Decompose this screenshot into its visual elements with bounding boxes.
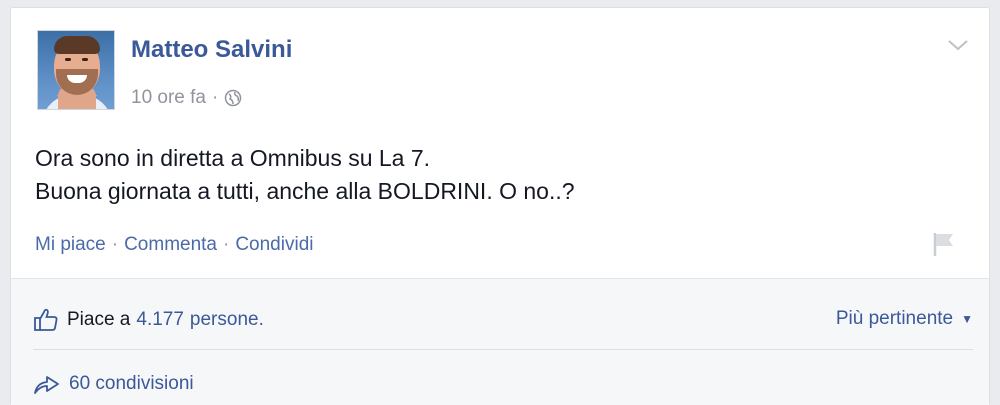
likes-prefix: Piace a [67,309,131,330]
shares-summary[interactable]: 60 condivisioni [33,369,194,399]
share-link[interactable]: Condividi [235,234,313,256]
comment-link[interactable]: Commenta [124,234,217,256]
chevron-down-icon[interactable] [947,38,969,52]
footer-divider [33,349,973,350]
post-text-line: Buona giornata a tutti, anche alla BOLDR… [35,178,575,204]
author-name[interactable]: Matteo Salvini [131,36,292,64]
thumbs-up-icon[interactable] [33,308,59,332]
caret-down-icon: ▼ [961,312,973,326]
profile-photo[interactable] [37,30,115,110]
post-actions: Mi piace · Commenta · Condividi [35,233,313,257]
sort-label: Più pertinente [835,308,954,329]
post-meta: 10 ore fa · [131,86,242,110]
post-text: Ora sono in diretta a Omnibus su La 7. B… [35,142,955,208]
post-footer: Piace a 4.177 persone. Più pertinente ▼ … [11,278,989,405]
post-timestamp[interactable]: 10 ore fa [131,87,206,109]
share-arrow-icon [34,376,59,394]
action-separator: · [223,234,230,255]
action-separator: · [111,234,119,255]
globe-icon[interactable] [224,89,242,107]
shares-count[interactable]: 60 condivisioni [69,373,194,395]
flag-icon[interactable] [931,230,957,258]
likes-count[interactable]: 4.177 [136,309,184,331]
like-link[interactable]: Mi piace [35,234,106,256]
likes-suffix[interactable]: persone. [190,309,264,331]
meta-separator: · [212,87,219,108]
post-text-line: Ora sono in diretta a Omnibus su La 7. [35,145,431,171]
likes-summary: Piace a 4.177 persone. Più pertinente ▼ [33,305,973,335]
comment-sort-dropdown[interactable]: Più pertinente ▼ [836,308,973,330]
post-card: Matteo Salvini 10 ore fa · Ora sono in d… [10,7,990,405]
